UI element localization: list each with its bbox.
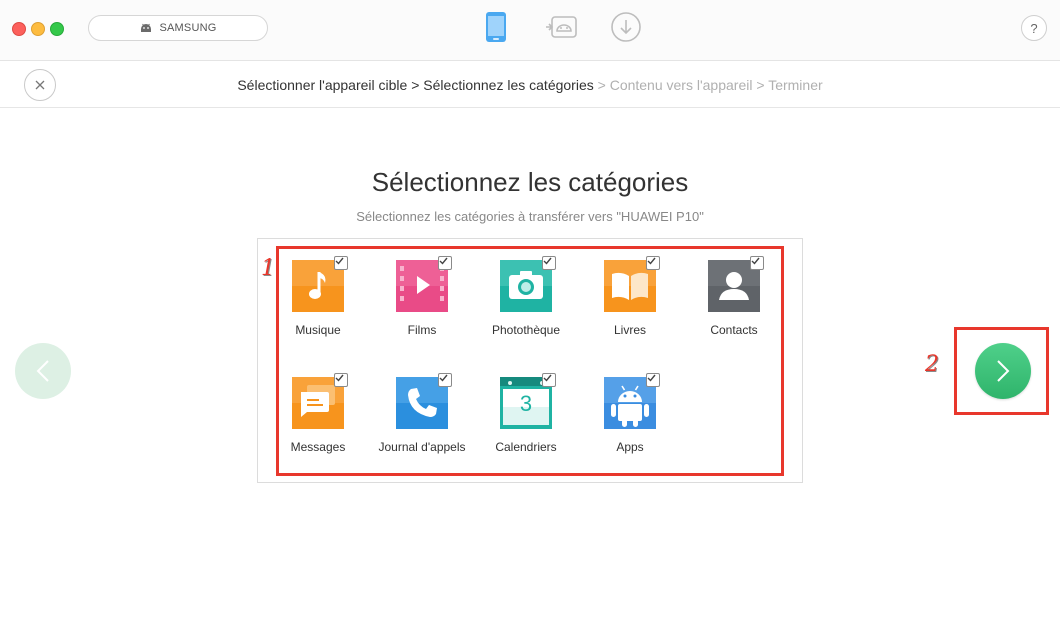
android-app-icon: [604, 373, 660, 429]
android-mover-tab[interactable]: [545, 10, 579, 44]
window-minimize-button[interactable]: [31, 22, 45, 36]
chevron-left-icon: [36, 360, 49, 382]
title-bar: SAMSUNG ?: [0, 0, 1060, 61]
checkmark-icon: [647, 374, 656, 382]
category-checkbox[interactable]: [438, 373, 452, 387]
next-button[interactable]: [975, 343, 1031, 399]
checkmark-icon: [543, 257, 552, 265]
window-close-button[interactable]: [12, 22, 26, 36]
checkmark-icon: [439, 374, 448, 382]
breadcrumb-separator: >: [756, 77, 765, 93]
category-label: Musique: [295, 323, 341, 337]
download-tab[interactable]: [609, 10, 643, 44]
calendar-day: 3: [519, 391, 533, 416]
android-transfer-icon: [546, 16, 577, 38]
category-label: Livres: [613, 323, 646, 337]
checkmark-icon: [543, 374, 552, 382]
category-label: Contacts: [710, 323, 758, 337]
breadcrumb-step-select-device: Sélectionner l'appareil cible: [237, 77, 408, 93]
download-icon: [611, 12, 641, 42]
checkmark-icon: [335, 374, 344, 382]
category-label: Journal d'appels: [378, 440, 466, 454]
breadcrumb-step-select-categories: Sélectionnez les catégories: [423, 77, 594, 93]
breadcrumb-separator: >: [411, 77, 420, 93]
message-icon: [292, 373, 348, 429]
checkmark-icon: [751, 257, 760, 265]
previous-button[interactable]: [15, 343, 71, 399]
category-checkbox[interactable]: [334, 373, 348, 387]
category-checkbox[interactable]: [646, 256, 660, 270]
device-selector[interactable]: SAMSUNG: [88, 15, 268, 41]
breadcrumb-step-content-to-device: Contenu vers l'appareil: [609, 77, 753, 93]
category-label: Films: [407, 323, 437, 337]
annotation-marker-2: 2: [925, 352, 939, 377]
category-label: Apps: [616, 440, 644, 454]
category-messages[interactable]: Messages: [266, 373, 370, 455]
category-checkbox[interactable]: [542, 373, 556, 387]
category-label: Photothèque: [491, 323, 561, 337]
camera-icon: [500, 256, 556, 312]
phone-icon: [486, 12, 506, 42]
help-button[interactable]: ?: [1021, 15, 1047, 41]
category-checkbox[interactable]: [438, 256, 452, 270]
category-films[interactable]: Films: [370, 256, 474, 338]
phone-manager-tab[interactable]: [479, 10, 513, 44]
breadcrumb-step-finish: Terminer: [768, 77, 823, 93]
breadcrumb-bar: Sélectionner l'appareil cible > Sélectio…: [0, 61, 1060, 108]
android-icon: [141, 23, 152, 32]
checkmark-icon: [439, 257, 448, 265]
contact-icon: [708, 256, 764, 312]
category-checkbox[interactable]: [750, 256, 764, 270]
category-photos[interactable]: Photothèque: [474, 256, 578, 338]
music-icon: [292, 256, 348, 312]
category-music[interactable]: Musique: [266, 256, 370, 338]
breadcrumb-separator: >: [597, 77, 606, 93]
category-checkbox[interactable]: [542, 256, 556, 270]
film-icon: [396, 256, 452, 312]
calendar-icon: 3: [500, 373, 556, 429]
category-calendars[interactable]: 3 Calendriers: [474, 373, 578, 455]
category-label: Messages: [290, 440, 346, 454]
device-name: SAMSUNG: [159, 22, 217, 34]
checkmark-icon: [335, 257, 344, 265]
category-contacts[interactable]: Contacts: [682, 256, 786, 338]
book-icon: [604, 256, 660, 312]
breadcrumb: Sélectionner l'appareil cible > Sélectio…: [0, 77, 1060, 93]
checkmark-icon: [647, 257, 656, 265]
chevron-right-icon: [997, 360, 1010, 382]
phone-call-icon: [396, 373, 452, 429]
category-call-log[interactable]: Journal d'appels: [370, 373, 474, 455]
window-zoom-button[interactable]: [50, 22, 64, 36]
category-books[interactable]: Livres: [578, 256, 682, 338]
page-title: Sélectionnez les catégories: [371, 167, 689, 197]
category-apps[interactable]: Apps: [578, 373, 682, 455]
page-subtitle: Sélectionnez les catégories à transférer…: [356, 209, 704, 224]
help-label: ?: [1030, 20, 1038, 36]
category-label: Calendriers: [495, 440, 557, 454]
category-checkbox[interactable]: [646, 373, 660, 387]
category-checkbox[interactable]: [334, 256, 348, 270]
